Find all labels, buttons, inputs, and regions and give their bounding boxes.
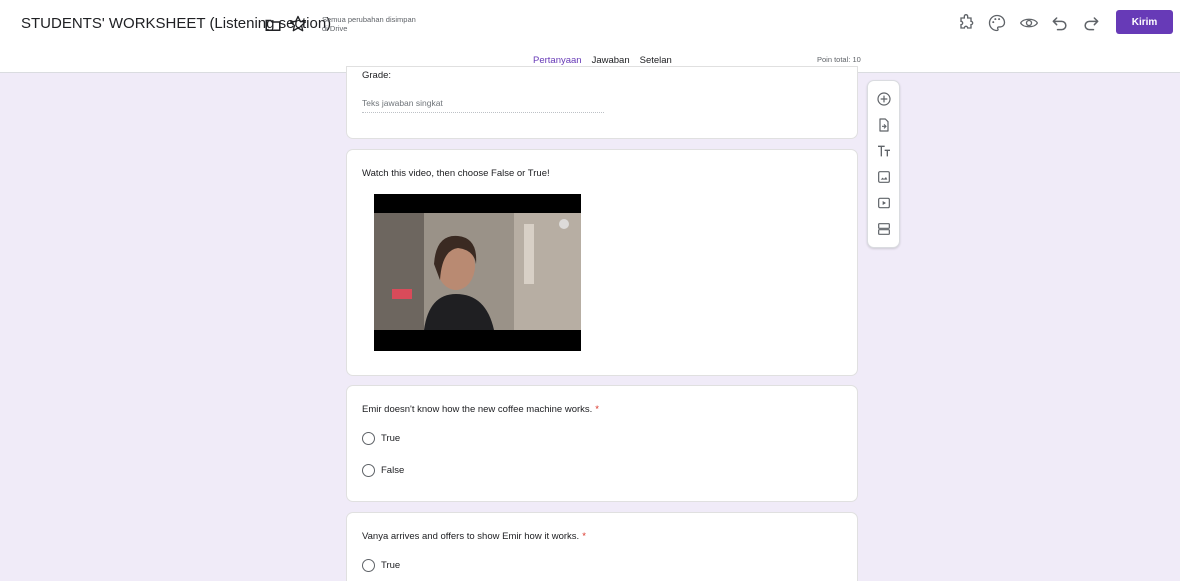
save-status-line2: di Drive xyxy=(322,24,348,33)
form-title[interactable]: STUDENTS' WORKSHEET (Listening section) xyxy=(21,15,331,32)
palette-icon[interactable] xyxy=(987,13,1007,33)
add-video-icon[interactable] xyxy=(876,195,892,211)
import-questions-icon[interactable] xyxy=(876,117,892,133)
send-button[interactable]: Kirim xyxy=(1116,10,1173,34)
save-status: Semua perubahan disimpan di Drive xyxy=(322,15,416,33)
video-card-text: Watch this video, then choose False or T… xyxy=(362,168,550,179)
question-title: Grade: xyxy=(362,70,392,81)
radio-button[interactable] xyxy=(362,432,375,445)
add-question-icon[interactable] xyxy=(876,91,892,107)
option-false[interactable]: False xyxy=(362,464,404,477)
addon-icon[interactable] xyxy=(956,13,976,33)
radio-button[interactable] xyxy=(362,559,375,572)
top-bar: STUDENTS' WORKSHEET (Listening section) … xyxy=(0,0,1180,73)
undo-icon[interactable] xyxy=(1050,13,1070,33)
required-asterisk: * xyxy=(582,531,586,542)
question-title: Emir doesn't know how the new coffee mac… xyxy=(362,404,599,415)
option-true[interactable]: True xyxy=(362,432,400,445)
required-asterisk: * xyxy=(595,404,599,415)
question-text: Vanya arrives and offers to show Emir ho… xyxy=(362,531,580,542)
short-answer-placeholder: Teks jawaban singkat xyxy=(362,98,604,113)
option-label: False xyxy=(381,465,405,476)
star-icon[interactable] xyxy=(288,14,308,34)
points-total: Poin total: 10 xyxy=(817,55,861,64)
question-card-1[interactable]: Emir doesn't know how the new coffee mac… xyxy=(346,385,858,502)
radio-button[interactable] xyxy=(362,464,375,477)
video-card[interactable]: Watch this video, then choose False or T… xyxy=(346,149,858,376)
add-title-icon[interactable] xyxy=(876,143,892,159)
question-card-2[interactable]: Vanya arrives and offers to show Emir ho… xyxy=(346,512,858,581)
floating-toolbar xyxy=(867,80,900,248)
redo-icon[interactable] xyxy=(1081,13,1101,33)
save-status-line1: Semua perubahan disimpan xyxy=(322,15,416,24)
option-label: True xyxy=(381,433,401,444)
add-section-icon[interactable] xyxy=(876,221,892,237)
question-title: Vanya arrives and offers to show Emir ho… xyxy=(362,531,586,542)
question-text: Emir doesn't know how the new coffee mac… xyxy=(362,404,593,415)
option-true[interactable]: True xyxy=(362,559,400,572)
question-card-grade[interactable]: Grade: Teks jawaban singkat xyxy=(346,66,858,139)
preview-eye-icon[interactable] xyxy=(1019,13,1039,33)
folder-icon[interactable] xyxy=(263,16,283,34)
add-image-icon[interactable] xyxy=(876,169,892,185)
video-thumbnail[interactable] xyxy=(374,194,581,351)
option-label: True xyxy=(381,560,401,571)
